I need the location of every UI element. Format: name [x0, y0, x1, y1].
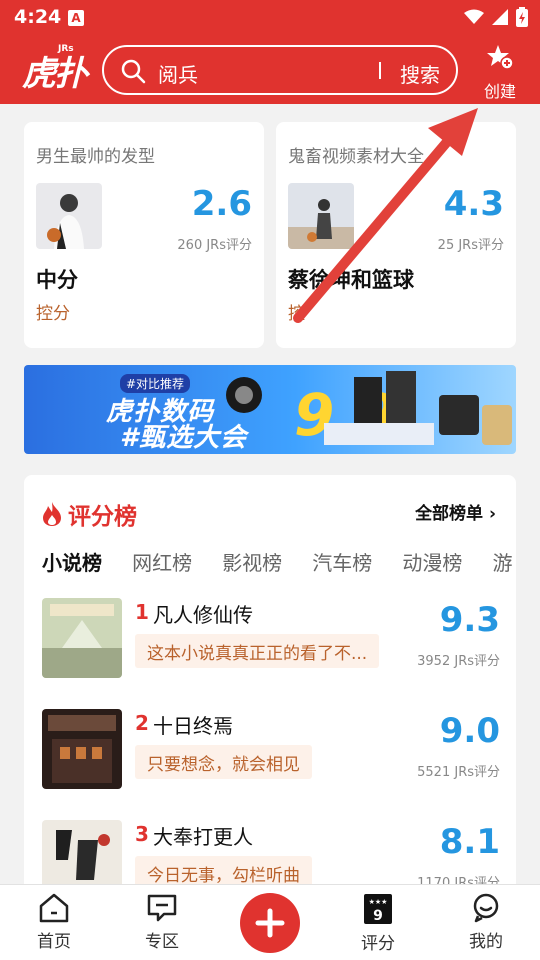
battery-icon — [516, 7, 528, 27]
status-bar: 4:24 A — [0, 0, 540, 36]
card-tag: 男生最帅的发型 — [36, 147, 155, 167]
card-thumbnail — [288, 183, 354, 249]
nav-home-label: 首页 — [37, 932, 71, 952]
star-plus-icon — [487, 45, 514, 70]
tab-influencer[interactable]: 网红榜 — [132, 547, 192, 576]
card-count: 25 JRs评分 — [437, 238, 504, 253]
signal-icon — [492, 9, 508, 25]
plus-icon — [255, 908, 285, 938]
item-rank: 2 — [135, 711, 149, 735]
rating-card-meme[interactable]: 鬼畜视频素材大全 4.3 25 JRs评分 蔡徐坤和篮球 控 — [276, 122, 516, 348]
card-score: 2.6 — [191, 184, 252, 224]
profile-icon — [473, 893, 499, 923]
svg-text:★★★: ★★★ — [369, 898, 388, 906]
item-count: 5521 JRs评分 — [417, 765, 500, 780]
tab-anime[interactable]: 动漫榜 — [402, 547, 462, 576]
book-cover — [42, 709, 122, 789]
search-bar[interactable]: 阅兵 搜索 — [102, 45, 458, 95]
logo-text: 虎扑 — [22, 54, 88, 94]
tab-novel[interactable]: 小说榜 — [42, 547, 102, 576]
card-sub: 控分 — [36, 304, 70, 324]
home-icon — [39, 893, 69, 923]
status-time: 4:24 — [14, 6, 62, 28]
rating-board-label: 评分榜 — [68, 504, 137, 530]
chat-icon — [147, 894, 177, 922]
create-button[interactable]: 创建 — [472, 44, 528, 102]
nav-rating-label: 评分 — [361, 934, 395, 954]
card-sub: 控 — [288, 304, 305, 324]
item-rank: 3 — [135, 822, 149, 846]
tab-car[interactable]: 汽车榜 — [312, 547, 372, 576]
rating-card-hairstyle[interactable]: 男生最帅的发型 2.6 260 JRs评分 中分 控分 — [24, 122, 264, 348]
nav-zone[interactable]: 专区 — [122, 893, 202, 952]
book-cover — [42, 598, 122, 678]
rating-board: 评分榜 全部榜单 › 小说榜 网红榜 影视榜 汽车榜 动漫榜 游 1 凡人修仙传… — [24, 475, 516, 895]
system-icons — [464, 7, 528, 27]
nav-zone-label: 专区 — [145, 932, 179, 952]
banner-subtitle: #甄选大会 — [120, 423, 248, 453]
wifi-icon — [464, 9, 484, 24]
hupu-logo[interactable]: 虎扑 JRs — [22, 44, 88, 95]
svg-text:9: 9 — [373, 908, 383, 924]
create-label: 创建 — [483, 82, 516, 101]
banner-artwork: 9.9 — [24, 365, 516, 454]
item-quote: 这本小说真真正正的看了不... — [135, 634, 380, 668]
search-icon — [121, 59, 146, 84]
ranking-tabs: 小说榜 网红榜 影视榜 汽车榜 动漫榜 游 — [42, 547, 516, 577]
search-divider — [379, 62, 381, 79]
card-name: 中分 — [36, 268, 78, 292]
promo-banner[interactable]: 9.9 #对比推荐 虎扑数码 #甄选大会 — [24, 365, 516, 454]
item-title: 凡人修仙传 — [153, 603, 253, 627]
item-rank: 1 — [135, 600, 149, 624]
list-item[interactable]: 1 凡人修仙传 这本小说真真正正的看了不... 9.3 3952 JRs评分 — [42, 598, 500, 680]
top-header: 4:24 A 虎扑 JRs 阅兵 搜索 创建 — [0, 0, 540, 104]
nav-mine-label: 我的 — [469, 932, 503, 952]
flame-icon — [43, 502, 61, 526]
card-name: 蔡徐坤和篮球 — [288, 268, 414, 292]
tab-game[interactable]: 游 — [492, 547, 512, 576]
item-score: 9.0 — [439, 711, 500, 751]
tab-film[interactable]: 影视榜 — [222, 547, 282, 576]
item-title: 十日终焉 — [153, 714, 233, 738]
item-quote: 只要想念，就会相见 — [135, 745, 312, 779]
all-boards-link[interactable]: 全部榜单 › — [415, 499, 496, 524]
card-tag: 鬼畜视频素材大全 — [288, 147, 424, 167]
nav-rating[interactable]: ★★★ 9 评分 — [338, 893, 418, 954]
rating-board-title: 评分榜 — [42, 497, 137, 531]
add-post-button[interactable] — [240, 893, 300, 953]
notification-icon: A — [68, 10, 84, 26]
logo-badge: JRs — [58, 44, 74, 54]
card-count: 260 JRs评分 — [177, 238, 252, 253]
nav-mine[interactable]: 我的 — [446, 893, 526, 952]
list-item[interactable]: 2 十日终焉 只要想念，就会相见 9.0 5521 JRs评分 — [42, 709, 500, 791]
search-button[interactable]: 搜索 — [400, 59, 440, 88]
item-count: 3952 JRs评分 — [417, 654, 500, 669]
search-input[interactable]: 阅兵 — [158, 59, 198, 88]
item-score: 8.1 — [439, 822, 500, 862]
card-thumbnail — [36, 183, 102, 249]
bottom-nav: 首页 专区 ★★★ 9 评分 我的 — [0, 884, 540, 960]
item-score: 9.3 — [439, 600, 500, 640]
nav-home[interactable]: 首页 — [14, 893, 94, 952]
card-score: 4.3 — [443, 184, 504, 224]
item-title: 大奉打更人 — [153, 825, 253, 849]
rating-board-icon: ★★★ 9 — [364, 894, 392, 924]
